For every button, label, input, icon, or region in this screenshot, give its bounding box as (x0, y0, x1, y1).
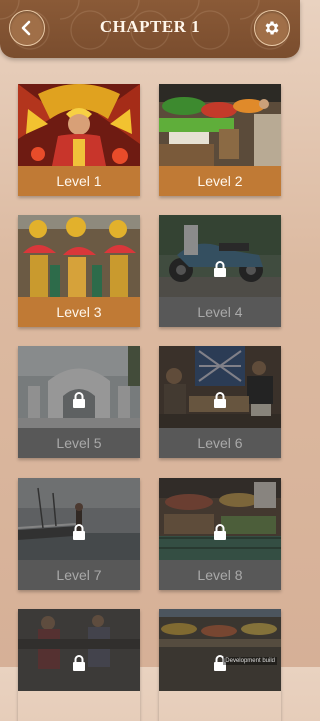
level-10-card[interactable]: Development build (159, 609, 281, 721)
level-label: Level 5 (18, 428, 140, 458)
level-label: Level 3 (18, 297, 140, 327)
level-7-card[interactable]: Level 7 (18, 478, 140, 590)
level-label: Level 8 (159, 560, 281, 590)
lock-overlay (18, 346, 140, 428)
lock-icon (214, 392, 226, 408)
level-grid: Level 1 Level 2 Level 3 Level 4 Level 5 … (0, 0, 300, 691)
level-9-card[interactable] (18, 609, 140, 721)
lock-icon (73, 655, 85, 671)
level-6-card[interactable]: Level 6 (159, 346, 281, 458)
lock-icon (73, 392, 85, 408)
lock-icon (214, 524, 226, 540)
level-5-card[interactable]: Level 5 (18, 346, 140, 458)
festival-fan-dancers-image (18, 215, 140, 297)
lock-overlay (159, 346, 281, 428)
lock-overlay (159, 478, 281, 560)
level-label: Level 6 (159, 428, 281, 458)
lock-icon (214, 261, 226, 277)
level-2-card[interactable]: Level 2 (159, 84, 281, 196)
lock-overlay (18, 609, 140, 691)
level-label: Level 1 (18, 166, 140, 196)
lock-overlay (159, 215, 281, 297)
level-4-card[interactable]: Level 4 (159, 215, 281, 327)
level-3-card[interactable]: Level 3 (18, 215, 140, 327)
lock-overlay (159, 609, 281, 691)
level-label: Level 7 (18, 560, 140, 590)
level-label: Level 4 (159, 297, 281, 327)
lock-overlay (18, 478, 140, 560)
festival-dancer-image (18, 84, 140, 166)
vegetable-market-image (159, 84, 281, 166)
level-8-card[interactable]: Level 8 (159, 478, 281, 590)
lock-icon (73, 524, 85, 540)
level-1-card[interactable]: Level 1 (18, 84, 140, 196)
watermark: Development build (223, 657, 277, 665)
level-label: Level 2 (159, 166, 281, 196)
